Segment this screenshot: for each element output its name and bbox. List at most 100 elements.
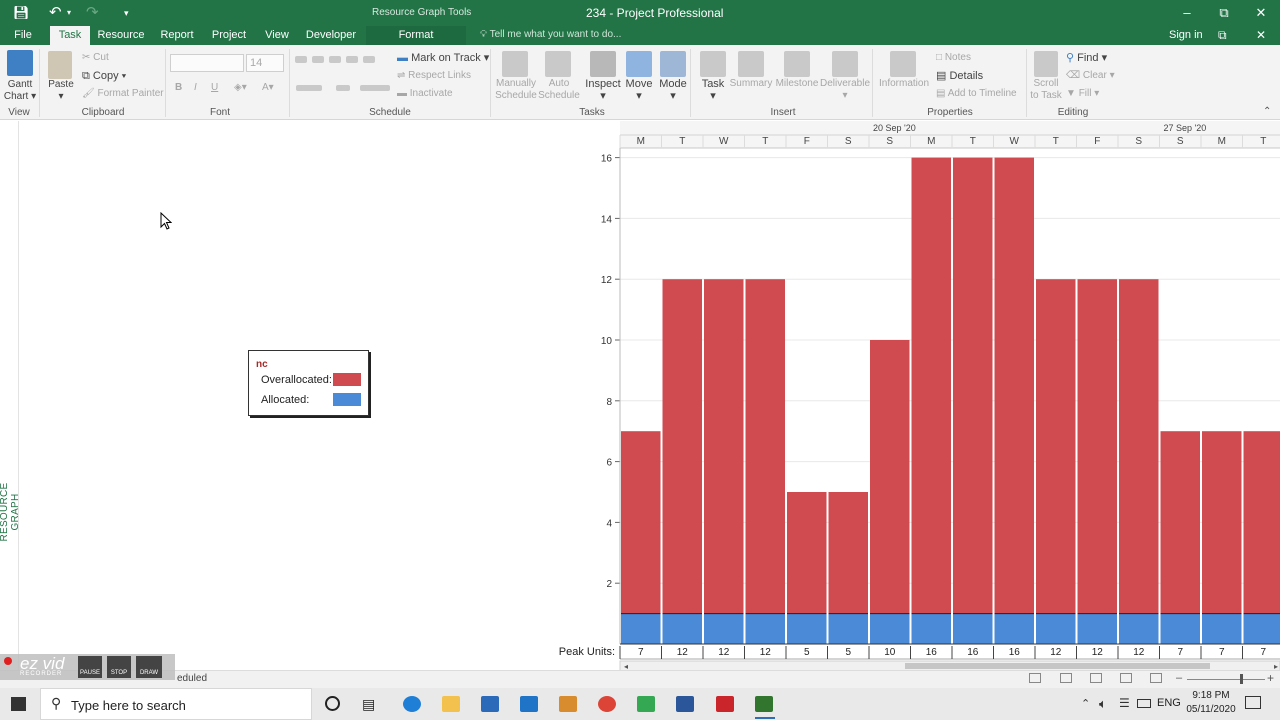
split-icon[interactable] — [336, 85, 350, 91]
close-button[interactable]: ✕ — [1243, 0, 1279, 26]
windows-start-icon[interactable] — [11, 697, 26, 711]
percent-75-icon[interactable] — [346, 56, 358, 63]
gantt-chart-button[interactable]: Gantt Chart ▾ — [3, 79, 37, 103]
tab-task[interactable]: Task — [50, 26, 90, 45]
task-view-icon[interactable]: ▤ — [362, 696, 375, 713]
inspect-button[interactable]: Inspect ▾ — [585, 78, 621, 102]
pause-button[interactable]: PAUSE — [78, 656, 102, 678]
collapse-ribbon-icon[interactable]: ⌃ — [1263, 106, 1271, 117]
overallocated-bar — [621, 431, 661, 614]
close-doc-icon[interactable]: ✕ — [1256, 28, 1266, 42]
summary-button[interactable]: Summary — [728, 78, 774, 90]
chrome-icon[interactable] — [598, 696, 616, 712]
language-indicator[interactable]: ENG — [1157, 697, 1181, 709]
auto-schedule-button[interactable]: Auto Schedule — [537, 78, 581, 102]
tell-me-box[interactable]: 💡︎ Tell me what you want to do... — [480, 29, 621, 40]
percent-50-icon[interactable] — [329, 56, 341, 63]
y-tick-label: 2 — [606, 579, 612, 590]
clock-date[interactable]: 05/11/2020 — [1183, 704, 1239, 715]
copy-button[interactable]: ⧉ Copy ▾ — [82, 70, 126, 82]
zoom-slider[interactable] — [1187, 679, 1265, 680]
insert-task-button[interactable]: Task ▾ — [696, 78, 730, 102]
outdent-icon[interactable] — [296, 85, 322, 91]
tab-view[interactable]: View — [258, 26, 296, 45]
scroll-to-task-button[interactable]: Scroll to Task — [1028, 78, 1064, 102]
clock-time[interactable]: 9:18 PM — [1189, 690, 1233, 701]
ribbon-display-icon[interactable]: ⧉ — [1218, 28, 1227, 43]
tab-resource[interactable]: Resource — [96, 26, 146, 45]
tab-file[interactable]: File — [5, 26, 41, 45]
view-shortcut-team-planner-icon[interactable] — [1090, 673, 1102, 683]
tab-format[interactable]: Format — [366, 26, 466, 45]
customize-qat-icon[interactable]: ▾ — [124, 0, 129, 26]
inactivate-button[interactable]: ▬ Inactivate — [397, 88, 453, 100]
minimize-button[interactable]: – — [1169, 0, 1205, 26]
tab-developer[interactable]: Developer — [302, 26, 360, 45]
tab-project[interactable]: Project — [206, 26, 252, 45]
mail-icon[interactable] — [520, 696, 538, 712]
information-button[interactable]: Information — [876, 78, 932, 90]
mark-on-track-button[interactable]: ▬ Mark on Track ▾ — [397, 52, 489, 64]
view-shortcut-task-usage-icon[interactable] — [1060, 673, 1072, 683]
details-button[interactable]: ▤ Details — [936, 70, 983, 82]
day-label: T — [762, 136, 768, 147]
cortana-icon[interactable] — [325, 696, 340, 711]
store-icon[interactable] — [481, 696, 499, 712]
notes-button[interactable]: □ Notes — [936, 52, 971, 64]
zoom-slider-thumb[interactable] — [1240, 674, 1243, 684]
undo-dropdown-icon[interactable]: ▾ — [67, 0, 71, 26]
volume-icon[interactable]: 🔈︎ — [1099, 696, 1107, 712]
font-color-icon[interactable]: A▾ — [262, 82, 274, 94]
cut-button[interactable]: ✂ Cut — [82, 52, 109, 64]
view-shortcut-report-icon[interactable] — [1150, 673, 1162, 683]
font-size-box[interactable]: 14 — [246, 54, 284, 72]
undo-icon[interactable]: ↶ — [49, 0, 62, 26]
link-icon[interactable] — [360, 85, 390, 91]
file-explorer-icon[interactable] — [442, 696, 460, 712]
search-placeholder: Type here to search — [71, 698, 186, 713]
fill-button[interactable]: ▼ Fill ▾ — [1066, 88, 1099, 100]
drive-icon[interactable] — [637, 696, 655, 712]
notifications-icon[interactable] — [1245, 696, 1261, 709]
respect-links-button[interactable]: ⇌ Respect Links — [397, 70, 471, 82]
manually-schedule-button[interactable]: Manually Schedule — [494, 78, 538, 102]
paste-button[interactable]: Paste ▾ — [44, 79, 78, 103]
separator — [490, 49, 491, 117]
sign-in-link[interactable]: Sign in — [1169, 29, 1203, 41]
zoom-out-icon[interactable]: – — [1176, 672, 1182, 684]
format-painter-button[interactable]: 🖌︎ Format Painter — [82, 88, 164, 100]
milestone-button[interactable]: Milestone — [774, 78, 820, 90]
battery-icon[interactable] — [1137, 699, 1151, 708]
font-name-box[interactable] — [170, 54, 244, 72]
edge-icon[interactable] — [403, 696, 421, 712]
find-button[interactable]: ⚲ Find ▾ — [1066, 52, 1107, 64]
add-to-timeline-button[interactable]: ▤ Add to Timeline — [936, 88, 1017, 100]
italic-button[interactable]: I — [194, 82, 197, 94]
underline-button[interactable]: U — [211, 82, 218, 94]
save-icon[interactable]: 💾︎ — [13, 0, 30, 26]
draw-button[interactable]: DRAW — [136, 656, 162, 678]
taskbar-search-box[interactable]: ⚲ Type here to search — [40, 688, 312, 720]
percent-25-icon[interactable] — [312, 56, 324, 63]
tab-report[interactable]: Report — [154, 26, 200, 45]
stop-button[interactable]: STOP — [107, 656, 131, 678]
move-button[interactable]: Move ▾ — [622, 78, 656, 102]
mode-button[interactable]: Mode ▾ — [656, 78, 690, 102]
project-icon[interactable] — [755, 696, 773, 712]
deliverable-button[interactable]: Deliverable ▾ — [820, 78, 870, 102]
bold-button[interactable]: B — [175, 82, 182, 94]
clear-button[interactable]: ⌫ Clear ▾ — [1066, 70, 1115, 82]
zoom-in-icon[interactable]: + — [1267, 671, 1274, 685]
overallocated-bar — [1036, 279, 1076, 614]
word-icon[interactable] — [676, 696, 694, 712]
acrobat-icon[interactable] — [716, 696, 734, 712]
highlight-icon[interactable]: ◈▾ — [234, 82, 247, 94]
percent-0-icon[interactable] — [295, 56, 307, 63]
percent-100-icon[interactable] — [363, 56, 375, 63]
wifi-icon[interactable]: ☰ — [1119, 696, 1130, 710]
tray-chevron-icon[interactable]: ⌃ — [1081, 697, 1090, 710]
view-shortcut-gantt-icon[interactable] — [1029, 673, 1041, 683]
media-player-icon[interactable] — [559, 696, 577, 712]
view-shortcut-resource-sheet-icon[interactable] — [1120, 673, 1132, 683]
restore-button[interactable]: ⧉ — [1206, 0, 1242, 26]
